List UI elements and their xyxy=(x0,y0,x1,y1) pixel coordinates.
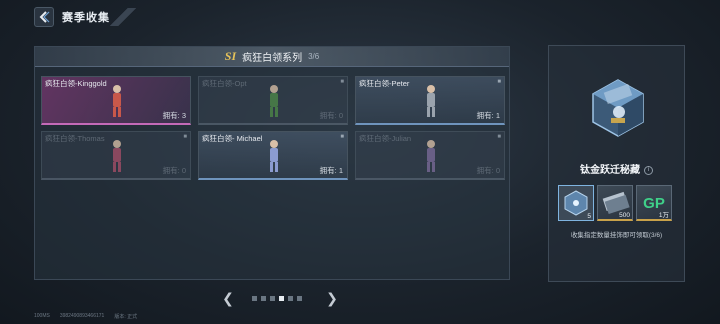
back-button[interactable] xyxy=(34,7,54,27)
series-header: SI 疯狂白领系列 3/6 xyxy=(35,47,509,67)
lock-icon: ■ xyxy=(183,134,187,140)
reward-qty: 500 xyxy=(619,212,630,219)
card-owned-count: 拥有: 0 xyxy=(162,166,186,175)
back-arrow-icon xyxy=(39,11,50,23)
pager: ❮ ❯ xyxy=(222,290,338,307)
collection-card[interactable]: 疯狂白领-Julian ■ 拥有: 0 xyxy=(355,131,505,180)
card-owned-count: 拥有: 1 xyxy=(319,166,343,175)
collection-card[interactable]: 疯狂白领-Opt ■ 拥有: 0 xyxy=(198,76,348,125)
page-dot[interactable] xyxy=(252,296,257,301)
version-text: 版本: 正式 xyxy=(114,314,138,320)
reward-item-gp[interactable]: GP 1万 xyxy=(636,185,672,221)
info-icon[interactable]: i xyxy=(644,165,653,175)
treasure-cube-icon xyxy=(592,79,644,137)
reward-name-text: 钛金跃迁秘藏 xyxy=(580,165,640,176)
collection-card[interactable]: 疯狂白领-Kinggold 拥有: 3 xyxy=(41,76,191,125)
character-figure-icon xyxy=(113,85,121,117)
player-id-text: 3982490893466171 xyxy=(59,313,105,319)
lock-icon: ■ xyxy=(497,79,501,85)
card-owned-count: 拥有: 1 xyxy=(476,111,500,120)
prev-page-icon[interactable]: ❮ xyxy=(222,290,234,307)
series-count: 3/6 xyxy=(308,52,320,61)
character-figure-icon xyxy=(113,140,121,172)
reward-item-ticket[interactable]: 500 xyxy=(597,185,633,221)
collection-card[interactable]: 疯狂白领-Peter ■ 拥有: 1 xyxy=(355,76,505,125)
card-owned-count: 拥有: 0 xyxy=(319,111,343,120)
character-figure-icon xyxy=(270,140,278,172)
title-decoration xyxy=(110,8,136,26)
page-dot[interactable] xyxy=(261,296,266,301)
character-figure-icon xyxy=(270,85,278,117)
page-dots xyxy=(250,296,304,301)
reward-panel: 钛金跃迁秘藏 i 5 500 GP 1万 收集指定数量挂饰即可领取(3/6) xyxy=(548,45,685,282)
card-name: 疯狂白领-Opt xyxy=(202,79,247,88)
page-title: 赛季收集 xyxy=(62,12,110,24)
page-dot[interactable] xyxy=(297,296,302,301)
next-page-icon[interactable]: ❯ xyxy=(326,290,338,307)
collection-panel: SI 疯狂白领系列 3/6 疯狂白领-Kinggold 拥有: 3 疯狂白领-O… xyxy=(34,46,510,280)
page-dot[interactable] xyxy=(288,296,293,301)
lock-icon: ■ xyxy=(340,134,344,140)
character-figure-icon xyxy=(427,140,435,172)
character-figure-icon xyxy=(427,85,435,117)
reward-items: 5 500 GP 1万 xyxy=(558,185,675,221)
lock-icon: ■ xyxy=(497,134,501,140)
card-name: 疯狂白领-Julian xyxy=(359,134,412,143)
card-name: 疯狂白领-Kinggold xyxy=(45,79,107,88)
footer-info: 100MS 3982490893466171 版本: 正式 xyxy=(34,313,147,320)
card-owned-count: 拥有: 3 xyxy=(162,111,186,120)
ping-text: 100MS xyxy=(34,313,50,319)
series-badge: SI xyxy=(224,49,237,63)
card-owned-count: 拥有: 0 xyxy=(476,166,500,175)
reward-item-cube[interactable]: 5 xyxy=(558,185,594,221)
page-dot[interactable] xyxy=(270,296,275,301)
reward-name: 钛金跃迁秘藏 i xyxy=(549,161,684,176)
reward-qty: 1万 xyxy=(658,212,669,219)
series-title: 疯狂白领系列 xyxy=(242,53,303,64)
card-name: 疯狂白领-Peter xyxy=(359,79,410,88)
lock-icon: ■ xyxy=(340,79,344,85)
claim-hint: 收集指定数量挂饰即可领取(3/6) xyxy=(570,232,663,239)
card-name: 疯狂白领-Thomas xyxy=(45,134,105,143)
page-dot[interactable] xyxy=(279,296,284,301)
collection-card[interactable]: 疯狂白领-Thomas ■ 拥有: 0 xyxy=(41,131,191,180)
card-grid: 疯狂白领-Kinggold 拥有: 3 疯狂白领-Opt ■ 拥有: 0 疯狂白… xyxy=(41,76,505,180)
reward-qty: 5 xyxy=(587,213,591,220)
card-name: 疯狂白领- Michael xyxy=(202,134,263,143)
collection-card[interactable]: 疯狂白领- Michael ■ 拥有: 1 xyxy=(198,131,348,180)
